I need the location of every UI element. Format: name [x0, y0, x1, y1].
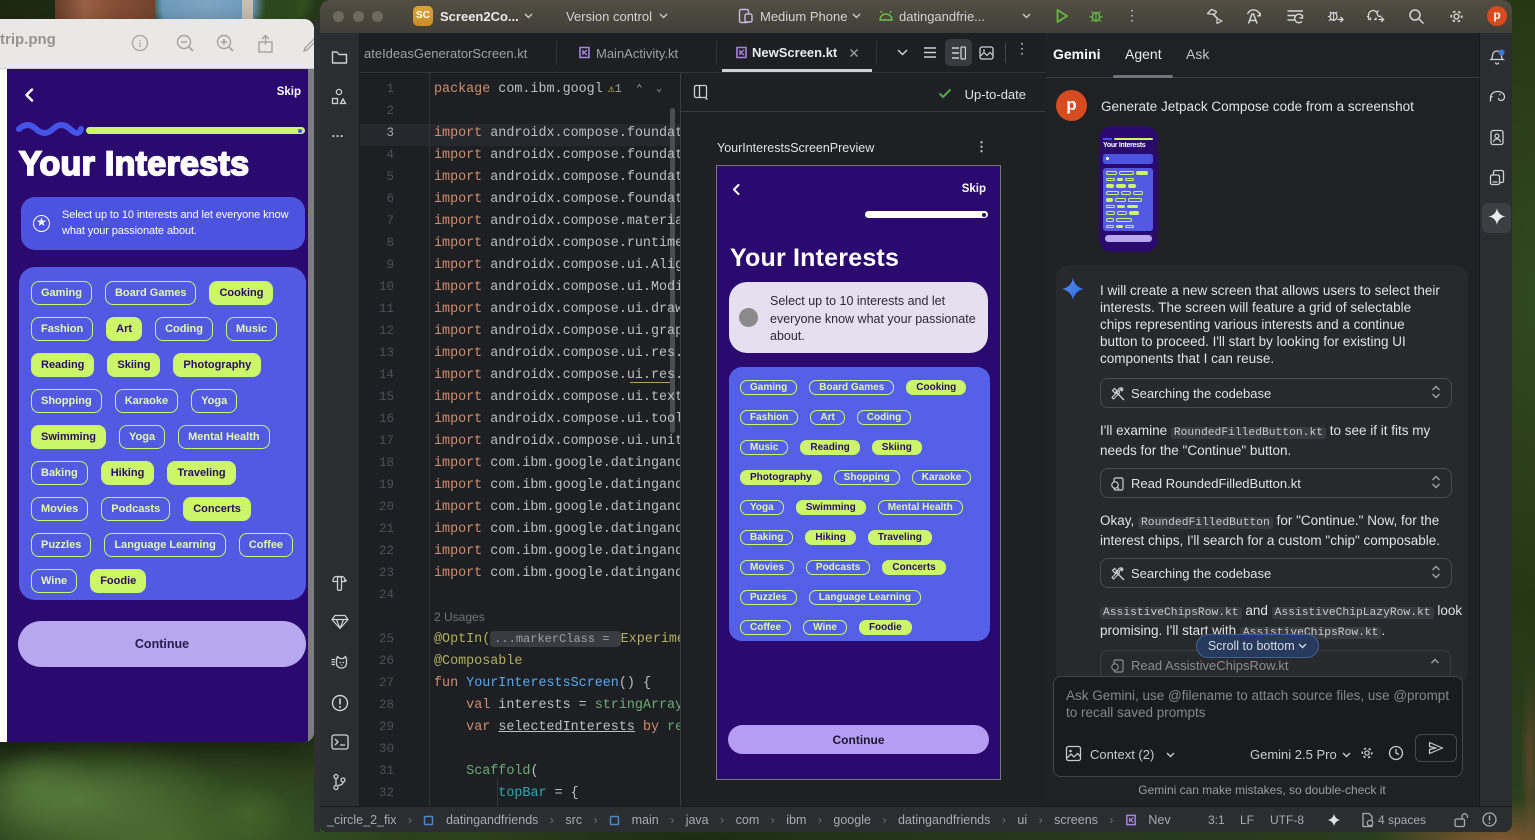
- svg-text:i: i: [138, 38, 141, 50]
